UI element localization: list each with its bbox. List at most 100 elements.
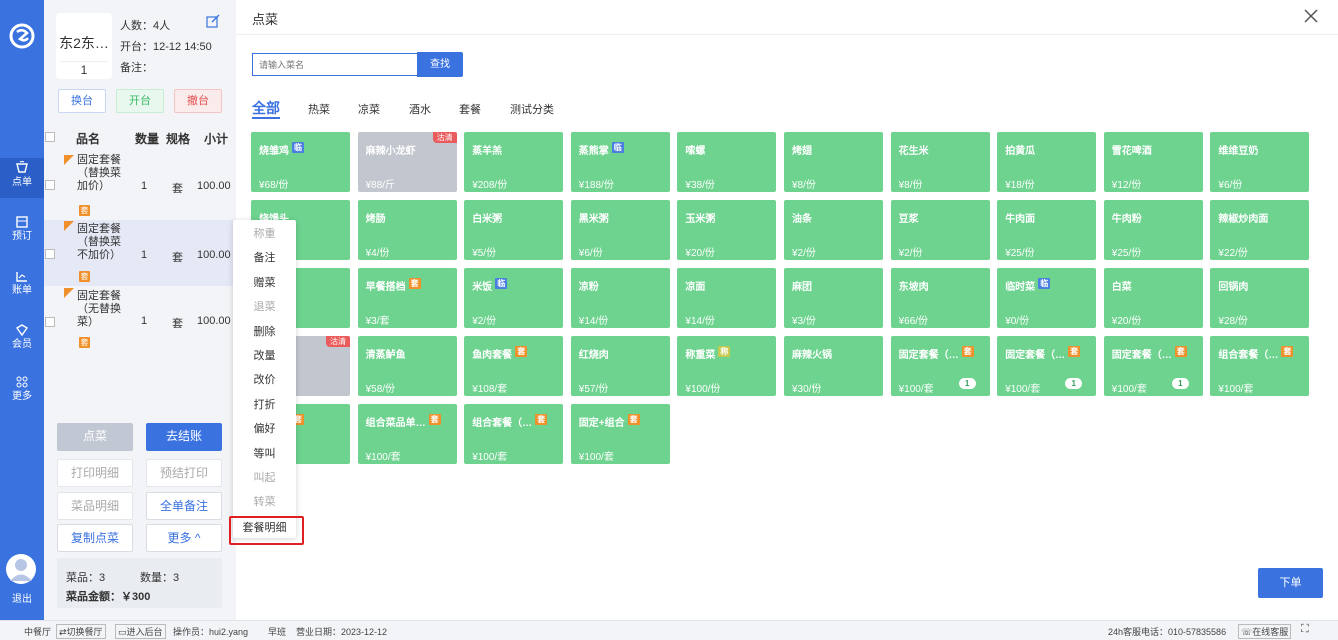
context-menu-item[interactable]: 删除 bbox=[233, 320, 296, 344]
dish-tile[interactable]: 组合菜品单… 套 ¥100/套 bbox=[357, 404, 457, 464]
cancel-table-button[interactable]: 撤台 bbox=[174, 89, 222, 113]
nav-item-more[interactable]: 更多 bbox=[0, 372, 44, 412]
dish-tile[interactable]: 嗦螺 ¥38/份 bbox=[677, 132, 777, 192]
dish-tile[interactable]: 黑米粥 ¥6/份 bbox=[570, 200, 670, 260]
change-table-button[interactable]: 换台 bbox=[58, 89, 106, 113]
row-checkbox[interactable] bbox=[45, 249, 55, 259]
context-menu-item[interactable]: 偏好 bbox=[233, 417, 296, 441]
dish-tile[interactable]: 玉米粥 ¥20/份 bbox=[677, 200, 777, 260]
order-button[interactable]: 点菜 bbox=[57, 423, 133, 451]
context-menu-item[interactable]: 改量 bbox=[233, 344, 296, 368]
context-menu-item[interactable]: 改价 bbox=[233, 368, 296, 392]
nav-item-member[interactable]: 会员 bbox=[0, 320, 44, 360]
dish-tile[interactable]: 白米粥 ¥5/份 bbox=[464, 200, 564, 260]
more-button[interactable]: 更多 ^ bbox=[146, 524, 222, 552]
dish-tile[interactable]: 维维豆奶 ¥6/份 bbox=[1210, 132, 1310, 192]
context-menu-item[interactable]: 打折 bbox=[233, 393, 296, 417]
dish-detail-button[interactable]: 菜品明细 bbox=[57, 492, 133, 520]
guest-count[interactable]: 1 bbox=[60, 61, 108, 77]
row-checkbox[interactable] bbox=[45, 180, 55, 190]
dish-tile[interactable]: 固定套餐（… 套 ¥100/套 1 bbox=[1103, 336, 1203, 396]
dish-tile[interactable]: 雪花啤酒 ¥12/份 bbox=[1103, 132, 1203, 192]
dish-tile[interactable]: 辣椒炒肉面 ¥22/份 bbox=[1210, 200, 1310, 260]
category-tab-all[interactable]: 全部 bbox=[252, 98, 280, 118]
pre-print-button[interactable]: 预结打印 bbox=[146, 459, 222, 487]
context-menu-item[interactable]: 等叫 bbox=[233, 442, 296, 466]
copy-order-button[interactable]: 复制点菜 bbox=[57, 524, 133, 552]
dish-tile[interactable]: 烧雏鸡临 ¥68/份 bbox=[251, 132, 350, 192]
nav-item-reserve[interactable]: 预订 bbox=[0, 212, 44, 252]
dish-tile[interactable]: 烤肠 ¥4/份 bbox=[357, 200, 457, 260]
open-table-button[interactable]: 开台 bbox=[116, 89, 164, 113]
dish-tile[interactable]: 凉粉 ¥14/份 bbox=[570, 268, 670, 328]
dish-tile[interactable]: 清蒸鲈鱼 ¥58/份 bbox=[357, 336, 457, 396]
category-tab-test[interactable]: 测试分类 bbox=[510, 101, 554, 117]
row-checkbox[interactable] bbox=[45, 317, 55, 327]
logout-button[interactable]: 退出 bbox=[0, 590, 44, 605]
dish-name-text: 固定套餐（… bbox=[898, 350, 959, 361]
dish-tile[interactable]: 组合套餐（… 套 ¥100/套 bbox=[464, 404, 564, 464]
dish-tile[interactable]: 豆浆 ¥2/份 bbox=[890, 200, 990, 260]
dish-tile[interactable]: 鱼肉套餐套 ¥108/套 bbox=[464, 336, 564, 396]
dish-tile[interactable]: 蒸羊羔 ¥208/份 bbox=[464, 132, 564, 192]
dish-tile[interactable]: 早餐搭档套 ¥3/套 bbox=[357, 268, 457, 328]
dish-price: ¥38/份 bbox=[685, 180, 715, 191]
context-menu-item[interactable]: 赠菜 bbox=[233, 271, 296, 295]
dish-price: ¥108/套 bbox=[472, 384, 508, 395]
dish-tile[interactable]: 麻辣火锅 ¥30/份 bbox=[784, 336, 883, 396]
dish-tile[interactable]: 米饭临 ¥2/份 bbox=[464, 268, 564, 328]
context-menu-item[interactable]: 备注 bbox=[233, 246, 296, 270]
nav-item-bill[interactable]: 账单 bbox=[0, 266, 44, 306]
corner-mark bbox=[64, 155, 74, 165]
dish-name-text: 固定+组合 bbox=[578, 418, 625, 429]
status-shift: 早班 bbox=[268, 627, 287, 637]
dish-tile[interactable]: 称重菜称 ¥100/份 bbox=[677, 336, 777, 396]
search-button[interactable]: 查找 bbox=[417, 52, 463, 77]
order-item-unit: 套 bbox=[172, 183, 183, 195]
order-row[interactable]: 固定套餐（替换菜加价） 套 1 套 100.00 bbox=[44, 154, 236, 220]
edit-icon[interactable] bbox=[206, 14, 220, 28]
dish-tile[interactable]: 烤翅 ¥8/份 bbox=[784, 132, 883, 192]
dish-tile[interactable]: 麻辣小龙虾 ¥88/斤 沽清 bbox=[357, 132, 457, 192]
dish-tile[interactable]: 牛肉粉 ¥25/份 bbox=[1103, 200, 1203, 260]
dish-tile[interactable]: 东坡肉 ¥66/份 bbox=[890, 268, 990, 328]
avatar[interactable] bbox=[6, 554, 36, 584]
order-row[interactable]: 固定套餐（无替换菜） 套 1 套 100.00 bbox=[44, 287, 236, 353]
switch-restaurant-button[interactable]: ⇄切换餐厅 bbox=[56, 624, 106, 639]
all-remark-button[interactable]: 全单备注 bbox=[146, 492, 222, 520]
dish-tile[interactable]: 临时菜临 ¥0/份 bbox=[997, 268, 1097, 328]
category-tab-drinks[interactable]: 酒水 bbox=[409, 101, 431, 117]
order-row-selected[interactable]: 固定套餐（替换菜不加价） 套 1 套 100.00 bbox=[44, 220, 236, 286]
print-detail-button[interactable]: 打印明细 bbox=[57, 459, 133, 487]
dish-tile[interactable]: 固定套餐（… 套 ¥100/套 1 bbox=[890, 336, 990, 396]
online-service-button[interactable]: ☏在线客服 bbox=[1238, 624, 1292, 639]
category-tab-sets[interactable]: 套餐 bbox=[459, 101, 481, 117]
dish-tile[interactable]: 凉面 ¥14/份 bbox=[677, 268, 777, 328]
dish-tile[interactable]: 蒸熊掌临 ¥188/份 bbox=[570, 132, 670, 192]
fullscreen-icon[interactable]: ⛶ bbox=[1301, 623, 1309, 636]
dish-tile[interactable]: 牛肉面 ¥25/份 bbox=[997, 200, 1097, 260]
search-input[interactable] bbox=[252, 53, 417, 76]
dish-tile[interactable]: 麻团 ¥3/份 bbox=[784, 268, 883, 328]
place-order-button[interactable]: 下单 bbox=[1258, 568, 1323, 598]
close-icon[interactable] bbox=[1304, 9, 1318, 23]
category-tab-hot[interactable]: 热菜 bbox=[308, 101, 330, 117]
dish-tile[interactable]: 红烧肉 ¥57/份 bbox=[570, 336, 670, 396]
enter-backend-button[interactable]: ▭进入后台 bbox=[115, 624, 166, 639]
dish-tile[interactable]: 组合套餐（… 套 ¥100/套 bbox=[1210, 336, 1310, 396]
checkout-button[interactable]: 去结账 bbox=[146, 423, 222, 451]
category-tab-cold[interactable]: 凉菜 bbox=[358, 101, 380, 117]
dish-tile[interactable]: 花生米 ¥8/份 bbox=[890, 132, 990, 192]
dish-tile[interactable]: 固定套餐（… 套 ¥100/套 1 bbox=[997, 336, 1097, 396]
select-all-checkbox[interactable] bbox=[45, 132, 55, 142]
dish-name-text: 维维豆奶 bbox=[1218, 146, 1259, 157]
dish-name-text: 黑米粥 bbox=[578, 214, 609, 225]
nav-item-order[interactable]: 点单 bbox=[0, 158, 44, 198]
corner-mark bbox=[64, 221, 74, 231]
dish-tile[interactable]: 回锅肉 ¥28/份 bbox=[1210, 268, 1310, 328]
dish-tile[interactable]: 油条 ¥2/份 bbox=[784, 200, 883, 260]
dish-tile[interactable]: 固定+组合套 ¥100/套 bbox=[570, 404, 670, 464]
dish-tile[interactable]: 白菜 ¥20/份 bbox=[1103, 268, 1203, 328]
status-operator: 操作员：hui2.yang bbox=[173, 627, 249, 637]
dish-tile[interactable]: 拍黄瓜 ¥18/份 bbox=[997, 132, 1097, 192]
